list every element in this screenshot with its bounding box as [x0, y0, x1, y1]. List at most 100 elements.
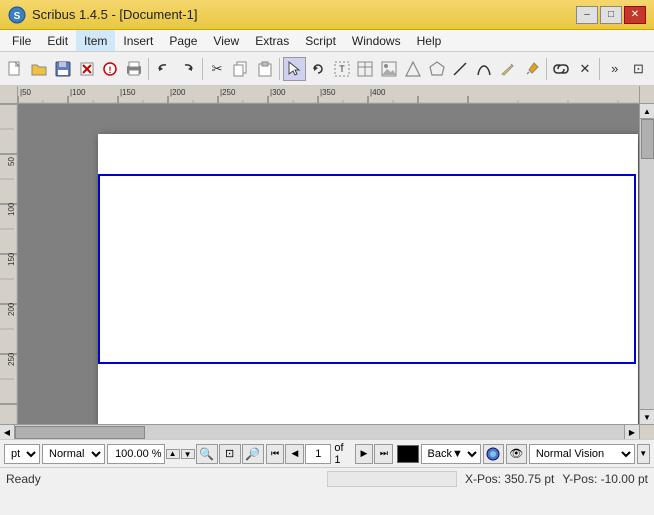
top-ruler: |50 |100 |150 |200 |250 |300 |350 |400: [18, 86, 639, 104]
zoom-up-button[interactable]: ▲: [166, 449, 180, 459]
svg-text:|100: |100: [70, 88, 86, 97]
coord-input-area: [327, 471, 457, 487]
zoom-input[interactable]: [107, 444, 165, 464]
select-tool[interactable]: [283, 57, 306, 81]
shape-tool[interactable]: [402, 57, 425, 81]
render-icon[interactable]: [483, 444, 504, 464]
zoom-fit-button[interactable]: ⊡: [219, 444, 241, 464]
unit-select[interactable]: pt: [4, 444, 40, 464]
undo-button[interactable]: [152, 57, 175, 81]
svg-text:|250: |250: [220, 88, 236, 97]
view-mode-select[interactable]: Normal: [42, 444, 105, 464]
menu-insert[interactable]: Insert: [115, 30, 161, 51]
copy-button[interactable]: [229, 57, 252, 81]
table-tool[interactable]: [354, 57, 377, 81]
link-tool[interactable]: [550, 57, 573, 81]
menu-help[interactable]: Help: [409, 30, 450, 51]
more-tools[interactable]: »: [603, 57, 626, 81]
eye-icon[interactable]: 👁: [506, 444, 527, 464]
close-button[interactable]: ✕: [624, 6, 646, 24]
scroll-up-button[interactable]: ▲: [640, 104, 654, 119]
pencil-tool[interactable]: [497, 57, 520, 81]
new-button[interactable]: [4, 57, 27, 81]
svg-text:200: 200: [7, 302, 16, 316]
svg-text:|300: |300: [270, 88, 286, 97]
eyedropper-tool[interactable]: [520, 57, 543, 81]
h-scroll-right[interactable]: ▶: [624, 425, 639, 439]
text-tool[interactable]: T: [330, 57, 353, 81]
canvas-container[interactable]: [18, 104, 639, 424]
first-page-button[interactable]: ⏮: [266, 444, 285, 464]
background-select[interactable]: Back▼: [421, 444, 481, 464]
options[interactable]: ⊡: [627, 57, 650, 81]
menu-script[interactable]: Script: [297, 30, 344, 51]
menu-file[interactable]: File: [4, 30, 39, 51]
zoom-in-button[interactable]: 🔎: [242, 444, 264, 464]
save-button[interactable]: [51, 57, 74, 81]
zoom-down-button[interactable]: ▼: [181, 449, 195, 459]
h-scroll-thumb[interactable]: [15, 426, 145, 439]
vertical-scrollbar[interactable]: ▲ ▼: [639, 104, 654, 424]
h-scroll-left[interactable]: ◀: [0, 425, 15, 439]
print-button[interactable]: [123, 57, 146, 81]
menu-windows[interactable]: Windows: [344, 30, 409, 51]
minimize-button[interactable]: –: [576, 6, 598, 24]
app-icon: S: [8, 6, 26, 24]
svg-text:|350: |350: [320, 88, 336, 97]
scroll-corner: [639, 425, 654, 439]
separator-3: [279, 58, 280, 80]
menu-view[interactable]: View: [205, 30, 247, 51]
menu-edit[interactable]: Edit: [39, 30, 76, 51]
main-row: 50 100 150 200 250: [0, 104, 654, 424]
bezier-tool[interactable]: [473, 57, 496, 81]
separator-4: [546, 58, 547, 80]
svg-text:150: 150: [7, 252, 16, 266]
color-swatch[interactable]: [397, 445, 418, 463]
redo-button[interactable]: [176, 57, 199, 81]
scroll-down-button[interactable]: ▼: [640, 409, 654, 424]
menu-item[interactable]: Item: [76, 30, 115, 51]
close-doc-button[interactable]: [75, 57, 98, 81]
paste-button[interactable]: [253, 57, 276, 81]
image-tool[interactable]: [378, 57, 401, 81]
cut-button[interactable]: ✂: [206, 57, 229, 81]
maximize-button[interactable]: □: [600, 6, 622, 24]
svg-text:250: 250: [7, 352, 16, 366]
status-text: Ready: [6, 472, 41, 486]
left-ruler: 50 100 150 200 250: [0, 104, 18, 424]
page-number-input[interactable]: [305, 444, 331, 464]
line-tool[interactable]: [449, 57, 472, 81]
next-page-button[interactable]: ▶: [355, 444, 374, 464]
top-right-corner: [639, 86, 654, 104]
rotate-tool[interactable]: [307, 57, 330, 81]
document-page: [98, 134, 638, 424]
menu-page[interactable]: Page: [161, 30, 205, 51]
svg-text:|400: |400: [370, 88, 386, 97]
menu-bar: File Edit Item Insert Page View Extras S…: [0, 30, 654, 52]
page-of-label: of 1: [332, 442, 353, 466]
coords-area: X-Pos: 350.75 pt Y-Pos: -10.00 pt: [327, 471, 648, 487]
h-scroll-track[interactable]: [15, 425, 624, 439]
vision-mode-select[interactable]: Normal Vision: [529, 444, 635, 464]
x-coord: X-Pos: 350.75 pt: [465, 472, 554, 486]
open-button[interactable]: [28, 57, 51, 81]
toolbar: ! ✂ T: [0, 52, 654, 86]
title-text: Scribus 1.4.5 - [Document-1]: [32, 7, 197, 22]
page-nav: ⏮ ◀ of 1 ▶ ⏭: [266, 442, 394, 466]
scroll-thumb[interactable]: [641, 119, 654, 159]
polygon-tool[interactable]: [425, 57, 448, 81]
zoom-out-button[interactable]: 🔍: [196, 444, 218, 464]
h-scroll-area: ◀ ▶: [0, 424, 654, 439]
ruler-corner: [0, 86, 18, 104]
svg-text:|50: |50: [20, 88, 32, 97]
scroll-track[interactable]: [640, 119, 654, 409]
separator-1: [148, 58, 149, 80]
last-page-button[interactable]: ⏭: [374, 444, 393, 464]
svg-text:|200: |200: [170, 88, 186, 97]
prev-page-button[interactable]: ◀: [285, 444, 304, 464]
preflight-button[interactable]: !: [99, 57, 122, 81]
vision-mode-chevron[interactable]: ▼: [637, 444, 651, 464]
menu-extras[interactable]: Extras: [247, 30, 297, 51]
svg-text:50: 50: [7, 157, 16, 166]
unlink-tool[interactable]: ✕: [574, 57, 597, 81]
